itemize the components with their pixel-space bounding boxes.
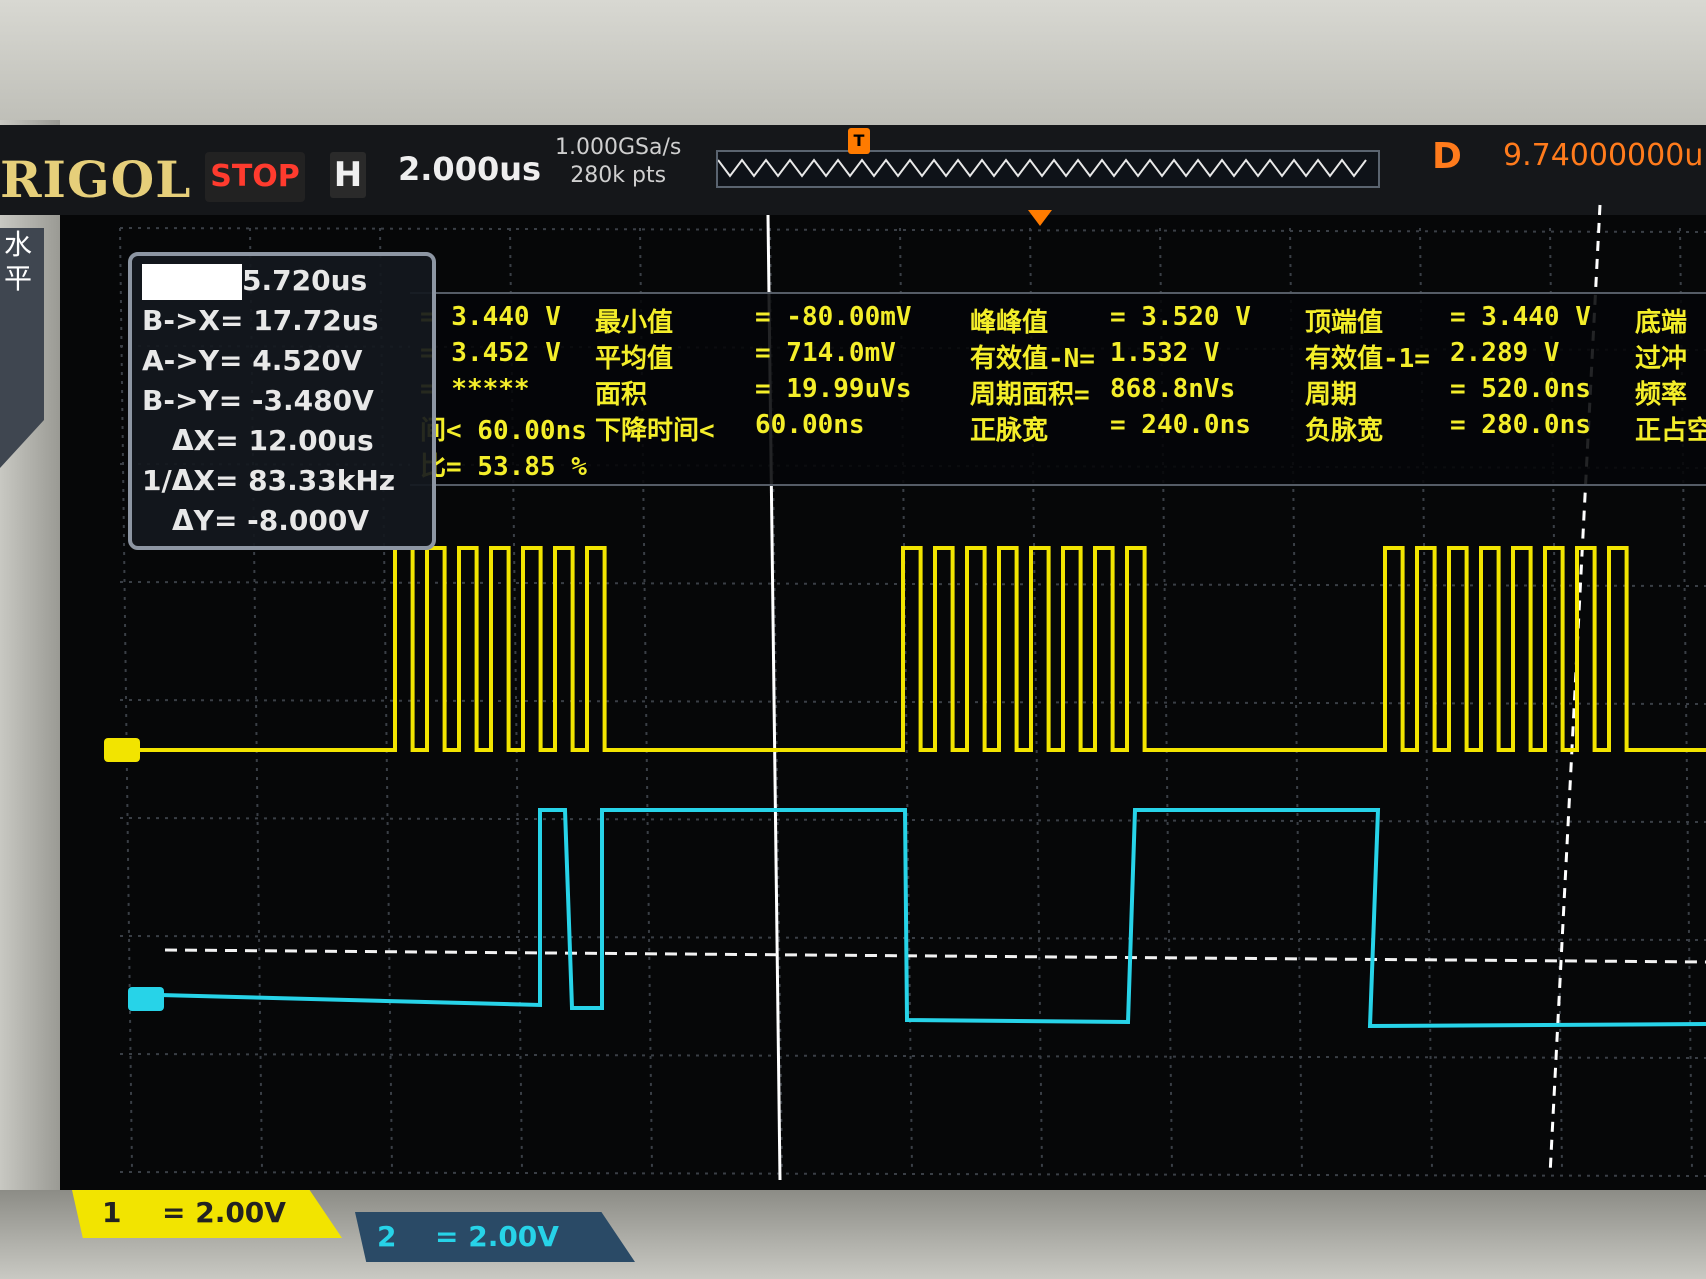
measurement-cell: 间< 60.00ns (420, 416, 587, 446)
grid-horizontal-line (119, 817, 1706, 823)
channel1-waveform (110, 546, 1706, 752)
measurement-panel: = 3.440 V 最小值 = -80.00mV 峰峰值 = 3.520 V 顶端值 = 3… (410, 292, 1706, 486)
cursor-readout-panel: 5.720us B->X= 17.72us A->Y= 4.520V B->Y=… (128, 252, 436, 550)
measurement-cell: = -80.00mV (755, 302, 912, 332)
measurement-cell: 868.8nVs (1110, 374, 1236, 404)
grid-horizontal-line (119, 935, 1706, 941)
waveform-area (104, 204, 1706, 1181)
measurement-cell: = ***** (420, 374, 530, 404)
measurement-cell: = 3.440 V (420, 302, 561, 332)
grid-horizontal-line (119, 227, 1706, 233)
measurement-cell: 底端 (1635, 308, 1688, 338)
measurement-cell: 正占空 (1635, 416, 1706, 446)
measurement-cell: = 3.440 V (1450, 302, 1591, 332)
measurement-cell: 有效值-1= (1305, 344, 1430, 374)
measurement-cell: 峰峰值 (970, 308, 1049, 338)
cursor-line: A->Y= 4.520V (142, 344, 363, 377)
cursor-line: ΔY= -8.000V (172, 504, 370, 537)
measurement-cell: 正脉宽 (970, 416, 1049, 446)
channel2-label: 2 (377, 1220, 397, 1253)
measurement-cell: = 3.520 V (1110, 302, 1251, 332)
measurement-cell: 周期面积= (970, 380, 1090, 410)
channel2-scale: = 2.00V (435, 1220, 559, 1253)
measurement-cell: = 3.452 V (420, 338, 561, 368)
channel2-scale-tag[interactable]: 2 = 2.00V (355, 1212, 635, 1262)
measurement-cell: 顶端值 (1305, 308, 1384, 338)
trigger-arrow-icon (1028, 210, 1052, 226)
cursor-highlight (142, 264, 242, 300)
measurement-cell: = 240.0ns (1110, 410, 1251, 440)
measurement-cell: 周期 (1305, 380, 1358, 410)
measurement-cell: 面积 (595, 380, 648, 410)
measurement-cell: 有效值-N= (970, 344, 1095, 374)
cursor-line: ΔX= 12.00us (172, 424, 374, 457)
channel2-ground-marker[interactable] (128, 987, 164, 1011)
measurement-cell: = 520.0ns (1450, 374, 1591, 404)
grid-horizontal-line (119, 1171, 1706, 1177)
measurement-cell: = 280.0ns (1450, 410, 1591, 440)
measurement-cell: 1.532 V (1110, 338, 1220, 368)
cursor-first-value: 5.720us (242, 264, 368, 297)
measurement-cell: 60.00ns (755, 410, 865, 440)
measurement-cell: 比= 53.85 % (420, 452, 587, 482)
measurement-cell: 频率 (1635, 380, 1688, 410)
measurement-cell: = 19.99uVs (755, 374, 912, 404)
cursor-line: B->Y= -3.480V (142, 384, 374, 417)
measurement-cell: = 714.0mV (755, 338, 896, 368)
measurement-cell: 最小值 (595, 308, 674, 338)
channel2-waveform (159, 808, 1706, 1029)
measurement-cell: 2.289 V (1450, 338, 1560, 368)
grid-horizontal-line (119, 1053, 1706, 1059)
cursor-y-line[interactable] (164, 948, 1706, 964)
channel1-ground-marker[interactable] (104, 738, 140, 762)
channel1-scale: = 2.00V (162, 1196, 286, 1229)
cursor-line: 1/ΔX= 83.33kHz (142, 464, 396, 497)
measurement-cell: 负脉宽 (1305, 416, 1384, 446)
channel1-label: 1 (102, 1196, 122, 1229)
measurement-cell: 过冲 (1635, 344, 1688, 374)
measurement-cell: 平均值 (595, 344, 674, 374)
cursor-line: B->X= 17.72us (142, 304, 379, 337)
channel1-scale-tag[interactable]: 1 = 2.00V (72, 1190, 342, 1238)
measurement-cell: 下降时间< (595, 416, 715, 446)
